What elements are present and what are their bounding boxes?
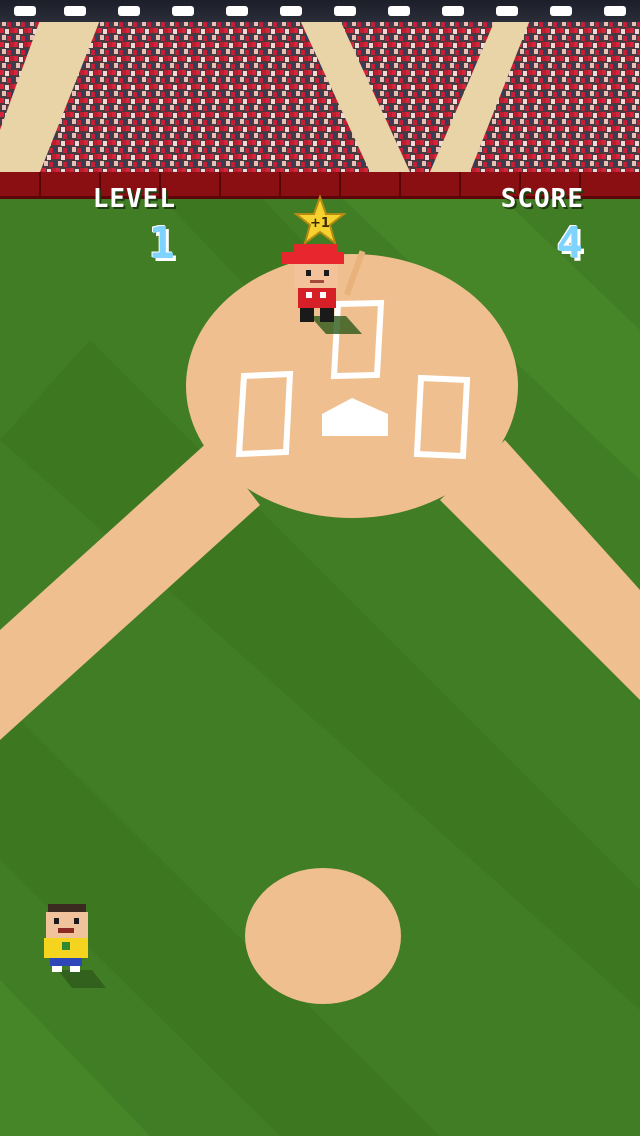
score-label: SCORE: [500, 184, 584, 214]
level-display: LEVEL 1: [88, 184, 176, 266]
level-label: LEVEL: [92, 184, 176, 214]
batter-sprite: [280, 244, 370, 336]
score-display: SCORE 4: [492, 184, 584, 266]
pitcher-icon: [44, 904, 106, 988]
pitchers-mound: [245, 868, 401, 1004]
batter-icon: [282, 244, 366, 334]
game-stage[interactable]: LEVEL 1 SCORE 4 +1: [0, 0, 640, 1136]
star-bonus-popup: +1: [293, 193, 347, 247]
level-value: 1: [148, 218, 176, 269]
stadium-lights-bar: [0, 0, 640, 22]
pitcher-sprite: [40, 904, 110, 990]
score-value: 4: [556, 218, 584, 269]
star-bonus-text: +1: [310, 215, 330, 231]
